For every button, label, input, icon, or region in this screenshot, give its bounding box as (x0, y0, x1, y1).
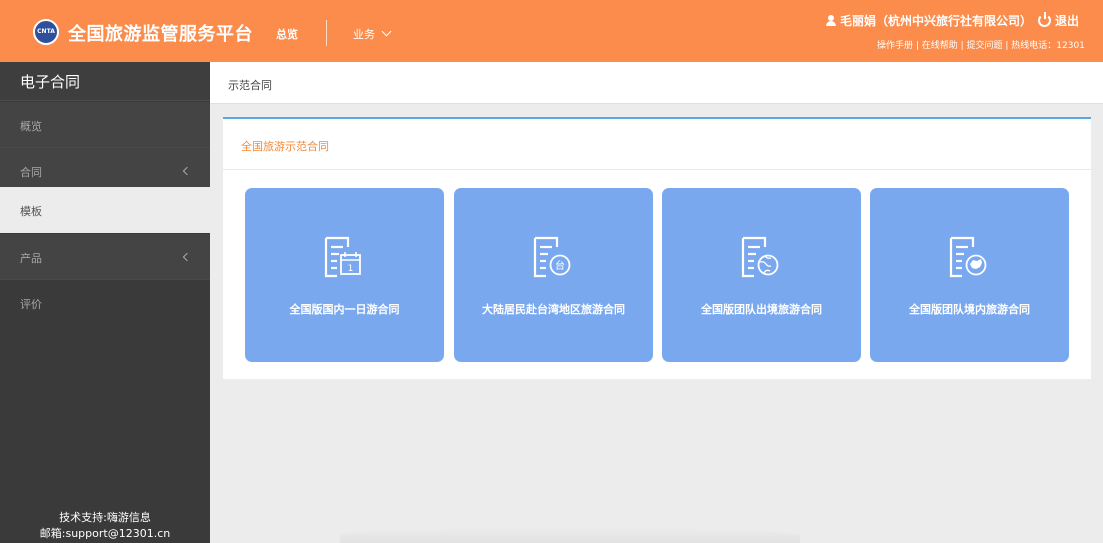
nav-divider (326, 20, 327, 46)
template-card-label: 全国版国内一日游合同 (289, 303, 400, 316)
svg-text:台: 台 (555, 259, 565, 272)
sidebar-item-label: 评价 (20, 298, 42, 311)
scroll-shadow (340, 528, 800, 543)
nav-overview[interactable]: 总览 (276, 26, 298, 42)
chevron-down-icon (381, 26, 392, 37)
sidebar-item-label: 模板 (20, 205, 42, 218)
sidebar-item-reviews[interactable]: 评价 (0, 280, 210, 326)
chevron-left-icon (182, 252, 192, 262)
contract-china-map-icon (949, 236, 987, 278)
chevron-left-icon (182, 166, 192, 176)
contract-calendar-icon: 1 (324, 236, 361, 278)
sidebar-item-overview[interactable]: 概览 (0, 102, 210, 148)
cnta-logo[interactable]: CNTA (33, 19, 59, 45)
template-card-label: 全国版团队出境旅游合同 (701, 303, 822, 316)
support-company: 技术支持:嗨游信息 (59, 511, 151, 524)
svg-text:1: 1 (348, 264, 354, 274)
sidebar: 电子合同 概览 合同 模板 产品 评价 技术支持:嗨游信息 邮箱:support… (0, 62, 210, 543)
top-header: CNTA 全国旅游监管服务平台 总览 业务 毛丽娟（杭州中兴旅行社有限公司） 退出… (0, 0, 1103, 62)
template-card-label: 大陆居民赴台湾地区旅游合同 (482, 303, 625, 316)
panel-header: 全国旅游示范合同 (223, 119, 1091, 170)
app-title[interactable]: 全国旅游监管服务平台 (68, 20, 253, 46)
logout-link[interactable]: 退出 (1055, 14, 1079, 28)
nav-business-dropdown[interactable]: 业务 (353, 26, 392, 42)
contract-globe-icon (741, 236, 779, 278)
user-bar: 毛丽娟（杭州中兴旅行社有限公司） 退出 (826, 12, 1079, 29)
sidebar-item-label: 概览 (20, 120, 42, 133)
sidebar-item-label: 产品 (20, 252, 42, 265)
template-card-outbound-group[interactable]: 全国版团队出境旅游合同 (662, 188, 861, 362)
sidebar-title: 电子合同 (0, 62, 210, 101)
breadcrumb-bar: 示范合同 (210, 62, 1103, 104)
sidebar-item-label: 合同 (20, 166, 42, 179)
contract-taiwan-icon: 台 (533, 236, 571, 278)
sidebar-item-products[interactable]: 产品 (0, 234, 210, 280)
sidebar-item-templates[interactable]: 模板 (0, 187, 210, 233)
support-email[interactable]: 邮箱:support@12301.cn (0, 526, 210, 542)
user-name[interactable]: 毛丽娟（杭州中兴旅行社有限公司） (840, 14, 1032, 28)
breadcrumb: 示范合同 (228, 79, 272, 92)
power-icon[interactable] (1038, 12, 1052, 27)
logo-text: CNTA (37, 28, 55, 35)
template-card-label: 全国版团队境内旅游合同 (909, 303, 1030, 316)
support-info: 技术支持:嗨游信息 邮箱:support@12301.cn (0, 510, 210, 542)
nav-business-label: 业务 (353, 28, 375, 41)
template-card-taiwan-tour[interactable]: 台 大陆居民赴台湾地区旅游合同 (454, 188, 653, 362)
help-links[interactable]: 操作手册 | 在线帮助 | 提交问题 | 热线电话：12301 (877, 38, 1085, 51)
panel-title: 全国旅游示范合同 (241, 140, 329, 153)
user-icon (826, 15, 836, 26)
template-panel: 全国旅游示范合同 1 全国版国内一日游合同 台 大陆居民赴台湾地区旅游合同 全国… (223, 117, 1091, 379)
template-card-domestic-group[interactable]: 全国版团队境内旅游合同 (870, 188, 1069, 362)
template-card-domestic-day-tour[interactable]: 1 全国版国内一日游合同 (245, 188, 444, 362)
